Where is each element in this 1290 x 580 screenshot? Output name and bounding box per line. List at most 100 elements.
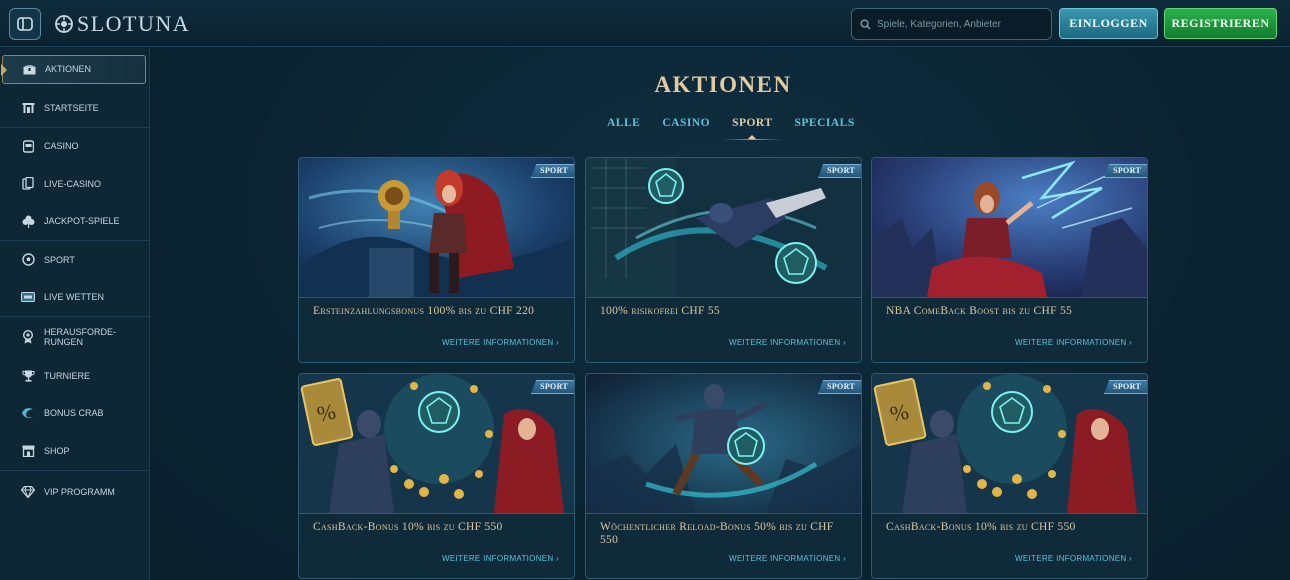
sidebar-item-label: SHOP — [44, 445, 70, 456]
logo-emblem-icon — [55, 15, 73, 33]
more-info-link[interactable]: WEITERE INFORMATIONEN › — [729, 338, 846, 347]
chevron-right-icon: › — [556, 554, 559, 563]
sidebar-item-label: TURNIERE — [44, 370, 91, 381]
clover-icon — [21, 214, 35, 228]
promo-card-image — [299, 158, 574, 297]
slotuna-logo[interactable]: SLOTUNA — [54, 10, 190, 38]
tab-alle[interactable]: ALLE — [596, 114, 651, 138]
promo-card-image: % — [299, 374, 574, 513]
live-icon — [21, 290, 35, 304]
category-badge: SPORT — [818, 164, 861, 178]
sidebar-item-label: SPORT — [44, 254, 75, 265]
tab-specials[interactable]: SPECIALS — [784, 114, 866, 138]
promo-card-title: CashBack-Bonus 10% bis zu CHF 550 — [313, 521, 503, 533]
promo-card-title: Wöchentlicher Reload-Bonus 50% bis zu CH… — [600, 521, 834, 546]
chevron-right-icon: › — [556, 338, 559, 347]
promo-card-body: CashBack-Bonus 10% bis zu CHF 550 WEITER… — [299, 513, 574, 578]
promo-card[interactable]: SPORT Wöchentlicher Reload-Bonus 50% bis… — [585, 373, 862, 579]
more-info-link[interactable]: WEITERE INFORMATIONEN › — [1015, 338, 1132, 347]
category-badge: SPORT — [1104, 164, 1147, 178]
chevron-right-icon: › — [1129, 338, 1132, 347]
chevron-right-icon: › — [1129, 554, 1132, 563]
sidebar-item-label: JACKPOT-SPIELE — [44, 216, 120, 227]
promo-card-title: 100% risikofrei CHF 55 — [600, 305, 720, 317]
sidebar-item-shop[interactable]: SHOP — [0, 432, 149, 470]
sidebar-item-startseite[interactable]: STARTSEITE — [0, 89, 149, 127]
sidebar-item-label: LIVE-CASINO — [44, 178, 102, 189]
sidebar-item-aktionen[interactable]: AKTIONEN — [1, 55, 146, 84]
sidebar-item-live-casino[interactable]: LIVE-CASINO — [0, 165, 149, 203]
sidebar-toggle-button[interactable] — [9, 8, 41, 40]
promo-card-body: Ersteinzahlungsbonus 100% bis zu CHF 220… — [299, 297, 574, 362]
more-info-link[interactable]: WEITERE INFORMATIONEN › — [1015, 554, 1132, 563]
promo-card[interactable]: % SPORT CashBack-Bonus 10% bis zu CHF 55… — [298, 373, 575, 579]
more-info-link[interactable]: WEITERE INFORMATIONEN › — [442, 554, 559, 563]
sidebar-item-jackpot[interactable]: JACKPOT-SPIELE — [0, 203, 149, 241]
tab-sport[interactable]: SPORT — [721, 114, 783, 140]
sidebar-item-casino[interactable]: CASINO — [0, 128, 149, 166]
more-info-link[interactable]: WEITERE INFORMATIONEN › — [442, 338, 559, 347]
sidebar-item-vip[interactable]: VIP PROGRAMM — [0, 471, 149, 514]
crab-icon — [21, 406, 35, 420]
sidebar-item-bonus-crab[interactable]: BONUS CRAB — [0, 395, 149, 433]
sidebar-group-more: HERAUSFORDE- RUNGEN TURNIERE BONUS CRAB S… — [0, 317, 149, 471]
promo-card-image — [872, 158, 1147, 297]
chevron-right-icon: › — [843, 338, 846, 347]
sidebar-item-herausforderungen[interactable]: HERAUSFORDE- RUNGEN — [0, 317, 149, 357]
category-badge: SPORT — [531, 164, 574, 178]
cards-icon — [21, 177, 35, 191]
promo-card[interactable]: SPORT Ersteinzahlungsbonus 100% bis zu C… — [298, 157, 575, 363]
logo-text: SLOTUNA — [77, 11, 191, 36]
slot-machine-icon — [21, 139, 35, 153]
sidebar-group-casino: CASINO LIVE-CASINO JACKPOT-SPIELE — [0, 128, 149, 241]
diamond-icon — [21, 485, 35, 499]
search-box[interactable] — [851, 8, 1052, 40]
sidebar-group-vip: VIP PROGRAMM — [0, 471, 149, 514]
sidebar-item-label: BONUS CRAB — [44, 408, 104, 419]
ball-icon — [21, 253, 35, 267]
promo-card-title: NBA ComeBack Boost bis zu CHF 55 — [886, 305, 1073, 317]
promo-card[interactable]: SPORT NBA ComeBack Boost bis zu CHF 55 W… — [871, 157, 1148, 363]
promo-card[interactable]: SPORT 100% risikofrei CHF 55 WEITERE INF… — [585, 157, 862, 363]
search-icon — [860, 19, 871, 30]
sidebar-item-label: AKTIONEN — [45, 64, 92, 75]
promo-card-body: NBA ComeBack Boost bis zu CHF 55 WEITERE… — [872, 297, 1147, 362]
shop-icon — [21, 444, 35, 458]
medal-icon — [21, 330, 35, 344]
promo-card-image: % — [872, 374, 1147, 513]
promo-card[interactable]: % SPORT CashBack-Bonus 10% bis zu CHF 55… — [871, 373, 1148, 579]
category-badge: SPORT — [531, 380, 574, 394]
panel-toggle-icon — [17, 17, 33, 31]
sidebar-item-label: LIVE WETTEN — [44, 292, 105, 303]
promo-card-body: Wöchentlicher Reload-Bonus 50% bis zu CH… — [586, 513, 861, 578]
top-header: SLOTUNA EINLOGGEN REGISTRIEREN — [0, 0, 1290, 47]
search-input[interactable] — [877, 18, 1047, 30]
promo-card-body: CashBack-Bonus 10% bis zu CHF 550 WEITER… — [872, 513, 1147, 578]
chevron-right-icon: › — [843, 554, 846, 563]
sidebar-item-turniere[interactable]: TURNIERE — [0, 357, 149, 395]
category-badge: SPORT — [1104, 380, 1147, 394]
sidebar-group-sport: SPORT LIVE WETTEN — [0, 241, 149, 317]
sidebar-item-label: CASINO — [44, 141, 79, 152]
register-button[interactable]: REGISTRIEREN — [1164, 8, 1277, 39]
promo-card-image — [586, 158, 861, 297]
more-info-link[interactable]: WEITERE INFORMATIONEN › — [729, 554, 846, 563]
sidebar: AKTIONEN STARTSEITE CASINO LIVE-CASINO J… — [0, 48, 150, 580]
category-badge: SPORT — [818, 380, 861, 394]
promo-card-title: CashBack-Bonus 10% bis zu CHF 550 — [886, 521, 1076, 533]
login-button[interactable]: EINLOGGEN — [1059, 8, 1158, 39]
sidebar-item-live-wetten[interactable]: LIVE WETTEN — [0, 279, 149, 317]
tab-casino[interactable]: CASINO — [651, 114, 721, 138]
sidebar-item-label: STARTSEITE — [44, 102, 99, 113]
promo-card-image — [586, 374, 861, 513]
chest-icon — [22, 63, 36, 77]
trophy-icon — [21, 369, 35, 383]
sidebar-item-label: HERAUSFORDE- RUNGEN — [44, 326, 117, 347]
sidebar-item-label: VIP PROGRAMM — [44, 486, 115, 497]
sidebar-item-sport[interactable]: SPORT — [0, 241, 149, 279]
home-icon — [21, 101, 35, 115]
sidebar-group-main: AKTIONEN STARTSEITE — [0, 55, 149, 128]
main-content: AKTIONEN ALLE CASINO SPORT SPECIALS SPOR… — [150, 48, 1290, 580]
promo-card-title: Ersteinzahlungsbonus 100% bis zu CHF 220 — [313, 305, 535, 317]
page-title: AKTIONEN — [654, 72, 792, 97]
